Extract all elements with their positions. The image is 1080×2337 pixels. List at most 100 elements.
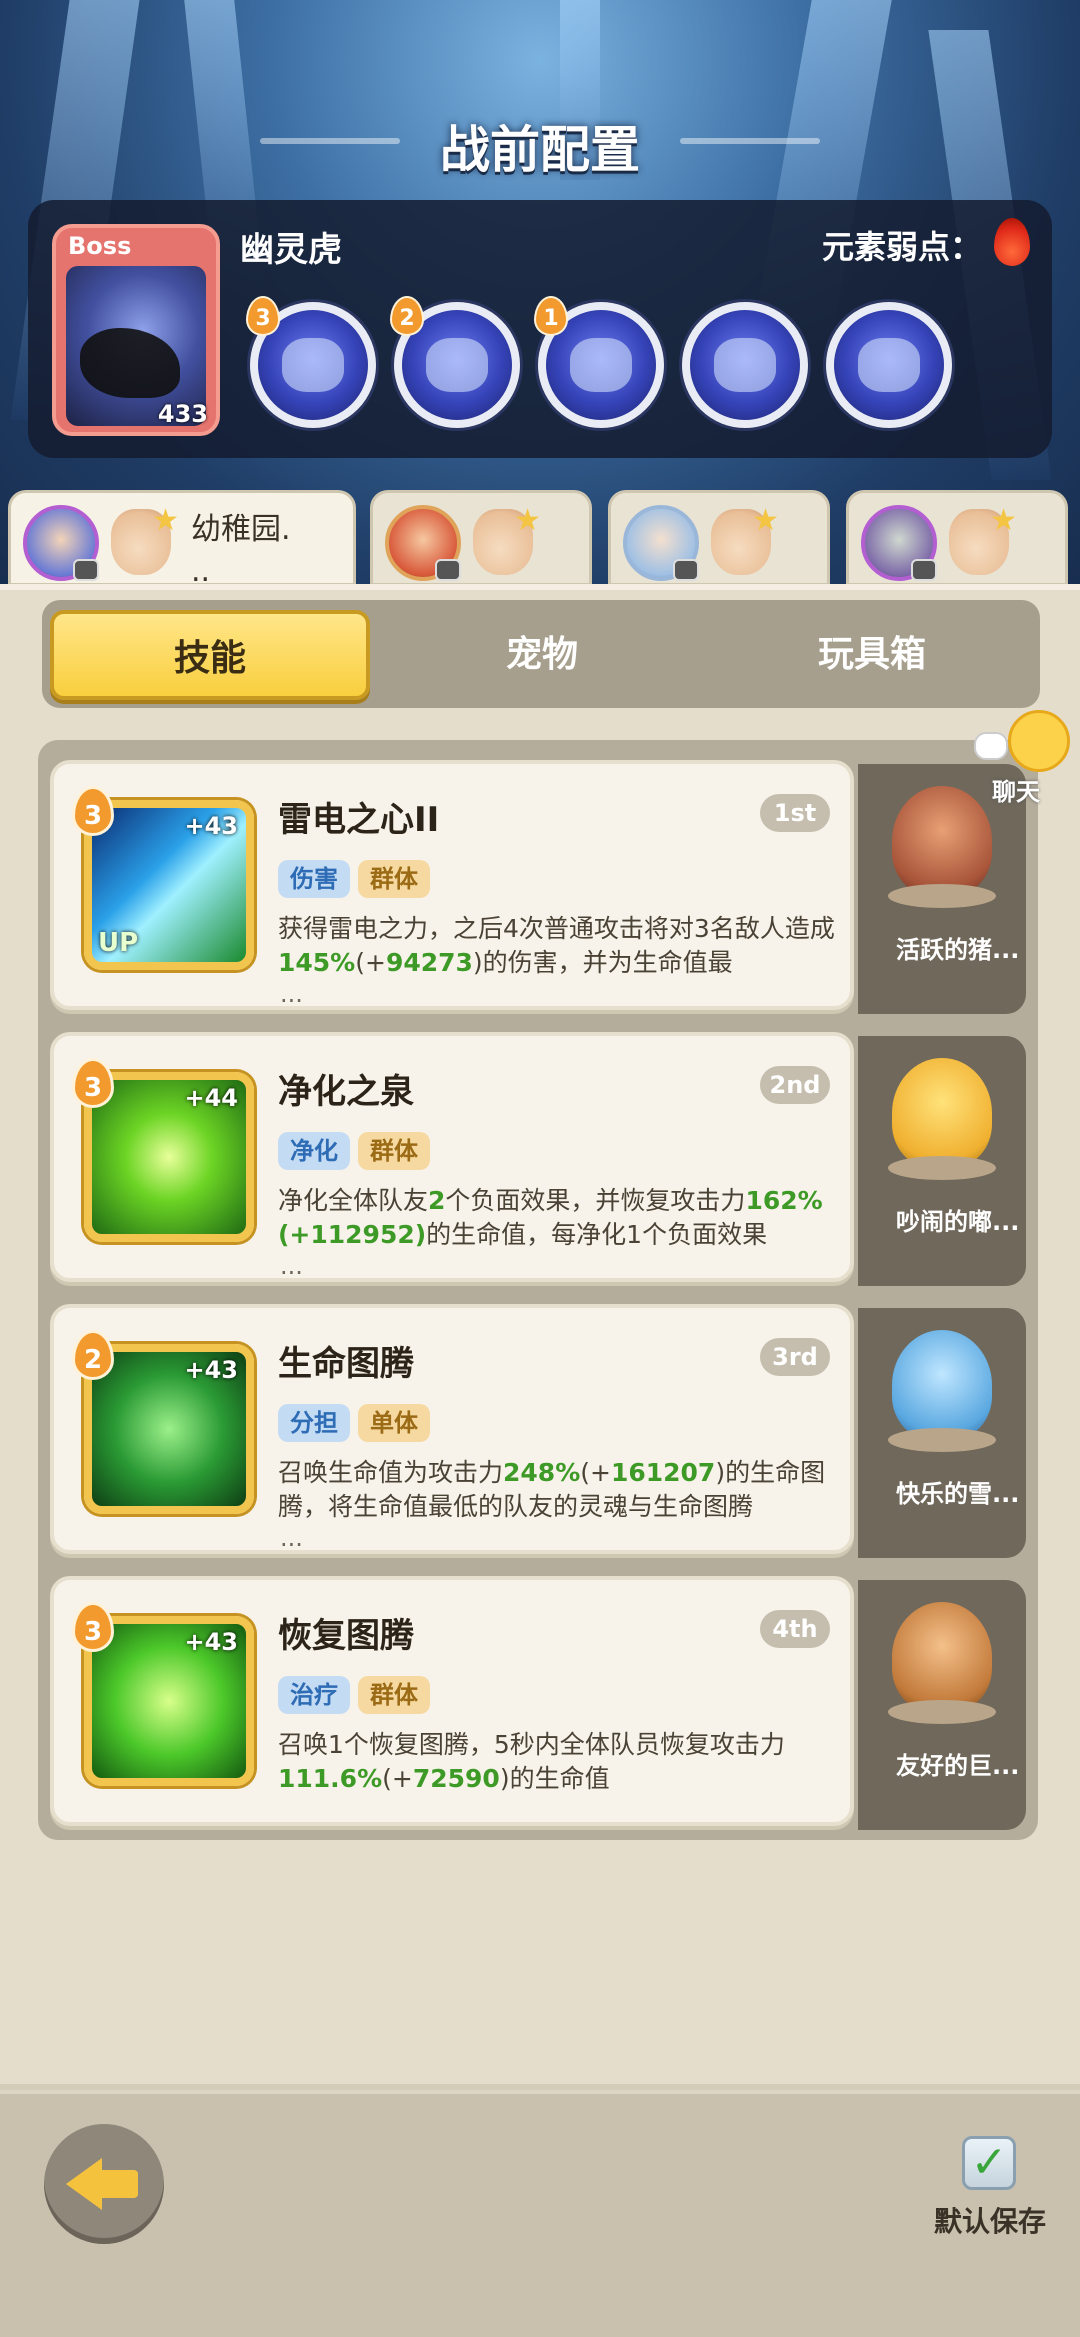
skill-rank: 2nd — [760, 1066, 830, 1104]
desc-text: (+ — [355, 948, 386, 977]
avatar — [23, 505, 99, 581]
boss-card[interactable]: Boss 433 — [52, 224, 220, 436]
skill-rank: 1st — [760, 794, 830, 832]
controller-icon — [73, 559, 99, 581]
skill-description: 召唤1个恢复图腾，5秒内全体队员恢复攻击力 111.6%(+72590)的生命值 — [278, 1728, 838, 1824]
tab-pets[interactable]: 宠物 — [382, 610, 702, 700]
desc-text: 召唤生命值为攻击力 — [278, 1458, 504, 1487]
boss-skill-badge: 1 — [534, 296, 568, 336]
tank-pet-figure — [892, 1602, 992, 1712]
team-name: 幼稚园. .. — [191, 512, 291, 589]
skill-bonus: +43 — [184, 812, 238, 840]
skill-tag-target: 群体 — [358, 1132, 430, 1170]
skill-tag-target: 群体 — [358, 1676, 430, 1714]
skill-tag-type: 分担 — [278, 1404, 350, 1442]
pet-name: 活跃的猪... — [896, 936, 1020, 964]
skill-level-badge: 3 — [72, 1058, 114, 1108]
desc-value: 145% — [278, 948, 356, 977]
skill-description: 净化全体队友2个负面效果，并恢复攻击力162%(+112952)的生命值，每净化… — [278, 1184, 838, 1280]
team-tab[interactable]: ★ — [608, 490, 830, 586]
desc-value: 72590 — [412, 1764, 500, 1793]
smiley-icon — [1008, 710, 1070, 772]
boss-skill-badge: 2 — [390, 296, 424, 336]
boss-skill-orb[interactable] — [682, 302, 808, 428]
pet-pedestal — [888, 884, 996, 908]
desc-text: )的生命值 — [499, 1764, 610, 1793]
skill-card[interactable]: +43 UP 3 雷电之心II 1st 伤害 群体 获得雷电之力，之后4次普通攻… — [50, 760, 854, 1010]
pet-pedestal — [888, 1156, 996, 1180]
pet-card[interactable]: 快乐的雪... — [858, 1308, 1026, 1558]
boss-tag: Boss — [68, 232, 132, 260]
weakness-label: 元素弱点： — [821, 228, 982, 266]
tab-toybox[interactable]: 玩具箱 — [712, 610, 1032, 700]
boss-skill-badge: 3 — [246, 296, 280, 336]
tap-hand-icon: ★ — [949, 503, 1017, 575]
skill-bonus: +43 — [184, 1628, 238, 1656]
skill-name: 恢复图腾 — [278, 1616, 414, 1656]
tab-skills[interactable]: 技能 — [50, 610, 370, 700]
desc-value: 111.6% — [278, 1764, 383, 1793]
controller-icon — [435, 559, 461, 581]
skill-level-badge: 3 — [72, 786, 114, 836]
desc-text: (+ — [382, 1764, 413, 1793]
tap-hand-icon: ★ — [473, 503, 541, 575]
back-button[interactable] — [44, 2124, 164, 2244]
skill-card[interactable]: +43 2 生命图腾 3rd 分担 单体 召唤生命值为攻击力248%(+1612… — [50, 1304, 854, 1554]
skill-card[interactable]: +43 3 恢复图腾 4th 治疗 群体 召唤1个恢复图腾，5秒内全体队员恢复攻… — [50, 1576, 854, 1826]
desc-ellipsis: ... — [280, 980, 303, 1008]
skill-tag-type: 伤害 — [278, 860, 350, 898]
bird-pet-figure — [892, 1058, 992, 1168]
skill-tag-target: 单体 — [358, 1404, 430, 1442]
skill-tag-type: 治疗 — [278, 1676, 350, 1714]
desc-text: 个负面效果，并恢复攻击力 — [445, 1186, 746, 1215]
star-icon: ★ — [514, 503, 541, 538]
skill-level-badge: 2 — [72, 1330, 114, 1380]
avatar — [385, 505, 461, 581]
boss-name: 幽灵虎 — [240, 230, 342, 270]
pet-name: 快乐的雪... — [896, 1480, 1020, 1508]
skill-name: 雷电之心II — [278, 800, 440, 840]
default-save-label[interactable]: 默认保存 — [934, 2200, 1046, 2240]
desc-value: 94273 — [385, 948, 473, 977]
desc-text: 净化全体队友 — [278, 1186, 429, 1215]
skill-description: 获得雷电之力，之后4次普通攻击将对3名敌人造成 145%(+94273)的伤害，并… — [278, 912, 838, 1008]
desc-value: 248% — [503, 1458, 581, 1487]
desc-text: 的生命值，每净化1个负面效果 — [426, 1220, 768, 1249]
fire-icon — [994, 218, 1030, 266]
checkbox-icon[interactable]: ✓ — [962, 2136, 1016, 2190]
desc-text: 获得雷电之力，之后4次普通攻击将对3名敌人造成 — [278, 914, 835, 943]
desc-value: 161207 — [610, 1458, 716, 1487]
page-title: 战前配置 — [440, 121, 640, 179]
boss-level: 433 — [157, 400, 208, 428]
cross-strike-icon — [714, 338, 776, 392]
pet-pedestal — [888, 1428, 996, 1452]
pet-card[interactable]: 吵闹的嘟... — [858, 1036, 1026, 1286]
pet-name: 友好的巨... — [896, 1752, 1020, 1780]
desc-ellipsis: ... — [280, 1252, 303, 1280]
boss-panel: Boss 433 幽灵虎 元素弱点： 3 2 1 — [28, 200, 1052, 458]
skill-bonus: +44 — [184, 1084, 238, 1112]
desc-value: 2 — [428, 1186, 446, 1215]
skill-bonus: +43 — [184, 1356, 238, 1384]
back-arrow-icon — [66, 2158, 102, 2210]
skill-tag-target: 群体 — [358, 860, 430, 898]
team-tab[interactable]: ★ — [846, 490, 1068, 586]
shadow-beast-icon — [858, 338, 920, 392]
tab-bar: 技能 宠物 玩具箱 — [42, 600, 1040, 708]
team-tab[interactable]: ★ 幼稚园. .. — [8, 490, 356, 589]
ghost-face-icon — [570, 338, 632, 392]
controller-icon — [911, 559, 937, 581]
skill-description: 召唤生命值为攻击力248%(+161207)的生命图腾，将生命值最低的队友的灵魂… — [278, 1456, 838, 1552]
avatar — [623, 505, 699, 581]
chat-label: 聊天 — [992, 778, 1040, 806]
chat-button[interactable]: 聊天 — [972, 710, 1072, 810]
skill-tag-type: 净化 — [278, 1132, 350, 1170]
team-tab[interactable]: ★ — [370, 490, 592, 586]
skill-card[interactable]: +44 3 净化之泉 2nd 净化 群体 净化全体队友2个负面效果，并恢复攻击力… — [50, 1032, 854, 1282]
boss-skill-orb[interactable] — [826, 302, 952, 428]
claw-slash-icon — [282, 338, 344, 392]
speech-bubble-icon — [974, 732, 1008, 760]
pet-card[interactable]: 友好的巨... — [858, 1580, 1026, 1830]
tiger-roar-icon — [426, 338, 488, 392]
star-icon: ★ — [990, 503, 1017, 538]
